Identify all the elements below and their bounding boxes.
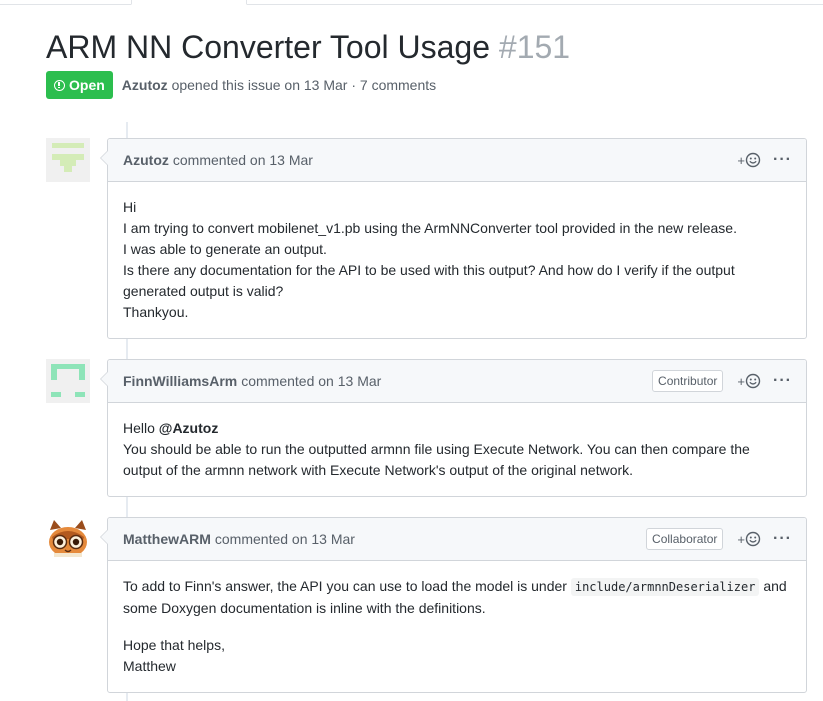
plus-icon: +	[737, 152, 746, 168]
greeting-text: Hello	[123, 420, 155, 436]
comment-2: FinnWilliamsArm commented on 13 Mar Cont…	[100, 359, 807, 497]
avatar-matthewarm[interactable]	[46, 517, 90, 561]
issue-meta: Open Azutoz opened this issue on 13 Mar …	[46, 71, 436, 99]
comment-signature: Matthew	[123, 658, 176, 674]
collaborator-badge: Collaborator	[646, 528, 724, 550]
avatar-finnwilliamsarm[interactable]	[46, 359, 90, 403]
kebab-horizontal-icon: ···	[773, 372, 792, 389]
comment-body: Hi I am trying to convert mobilenet_v1.p…	[108, 182, 806, 338]
identicon-azutoz	[46, 138, 90, 182]
smiley-icon	[745, 531, 761, 547]
contributor-badge: Contributor	[652, 370, 724, 392]
comment-header: FinnWilliamsArm commented on 13 Mar Cont…	[108, 360, 806, 403]
comment-paragraph: To add to Finn's answer, the API you can…	[123, 576, 791, 619]
active-tab[interactable]	[131, 0, 247, 5]
add-reaction-button[interactable]: +	[737, 531, 761, 547]
comment-timestamp[interactable]: commented on 13 Mar	[173, 152, 313, 168]
comment-author[interactable]: FinnWilliamsArm	[123, 373, 237, 389]
add-reaction-button[interactable]: +	[737, 373, 761, 389]
comment-options-button[interactable]: ···	[773, 531, 792, 547]
kebab-horizontal-icon: ···	[773, 151, 792, 168]
comment-line: Thankyou.	[123, 304, 189, 320]
plus-icon: +	[737, 373, 746, 389]
issue-author-link[interactable]: Azutoz	[122, 77, 168, 93]
issue-title-text: ARM NN Converter Tool Usage	[46, 29, 491, 65]
issue-number: #151	[498, 29, 571, 65]
comment-body: Hello @Azutoz You should be able to run …	[108, 403, 806, 496]
comment-line: I was able to generate an output.	[123, 241, 327, 257]
comment-header: Azutoz commented on 13 Mar + ···	[108, 139, 806, 182]
comment-line: I am trying to convert mobilenet_v1.pb u…	[123, 220, 737, 236]
tab-bar	[0, 0, 823, 5]
comment-paragraph: Hi I am trying to convert mobilenet_v1.p…	[123, 197, 791, 323]
comment-timestamp[interactable]: commented on 13 Mar	[241, 373, 381, 389]
comment-timestamp[interactable]: commented on 13 Mar	[215, 531, 355, 547]
user-mention-link[interactable]: @Azutoz	[159, 420, 219, 436]
comment-body: To add to Finn's answer, the API you can…	[108, 561, 806, 692]
issue-meta-text: Azutoz opened this issue on 13 Mar · 7 c…	[122, 77, 436, 93]
comment-text: To add to Finn's answer, the API you can…	[123, 578, 567, 594]
issue-meta-rest: opened this issue on 13 Mar · 7 comments	[171, 77, 437, 93]
issue-title: ARM NN Converter Tool Usage #151	[46, 27, 570, 67]
comment-actions: Contributor + ···	[652, 360, 792, 402]
comment-author[interactable]: Azutoz	[123, 152, 169, 168]
comment-author[interactable]: MatthewARM	[123, 531, 211, 547]
comment-line: Is there any documentation for the API t…	[123, 262, 735, 299]
comment-options-button[interactable]: ···	[773, 373, 792, 389]
smiley-icon	[745, 373, 761, 389]
inline-code: include/armnnDeserializer	[570, 578, 760, 596]
plus-icon: +	[737, 531, 746, 547]
cat-avatar-icon	[46, 517, 90, 561]
smiley-icon	[745, 152, 761, 168]
comment-actions: + ···	[737, 139, 792, 181]
identicon-finnwilliamsarm	[46, 359, 90, 403]
add-reaction-button[interactable]: +	[737, 152, 761, 168]
comment-line: You should be able to run the outputted …	[123, 441, 750, 478]
issue-opened-icon	[54, 79, 65, 91]
comment-1: Azutoz commented on 13 Mar + ··· Hi I am…	[100, 138, 807, 339]
comment-line: Hi	[123, 199, 137, 215]
issue-state-label: Open	[69, 77, 105, 93]
comment-header: MatthewARM commented on 13 Mar Collabora…	[108, 518, 806, 561]
comment-line: Hope that helps,	[123, 637, 225, 653]
issue-state-badge: Open	[46, 71, 113, 99]
comment-options-button[interactable]: ···	[773, 152, 792, 168]
comment-paragraph: Hope that helps, Matthew	[123, 635, 791, 677]
comment-3: MatthewARM commented on 13 Mar Collabora…	[100, 517, 807, 693]
comment-paragraph: Hello @Azutoz You should be able to run …	[123, 418, 791, 481]
kebab-horizontal-icon: ···	[773, 530, 792, 547]
comment-actions: Collaborator + ···	[646, 518, 792, 560]
avatar-azutoz[interactable]	[46, 138, 90, 182]
